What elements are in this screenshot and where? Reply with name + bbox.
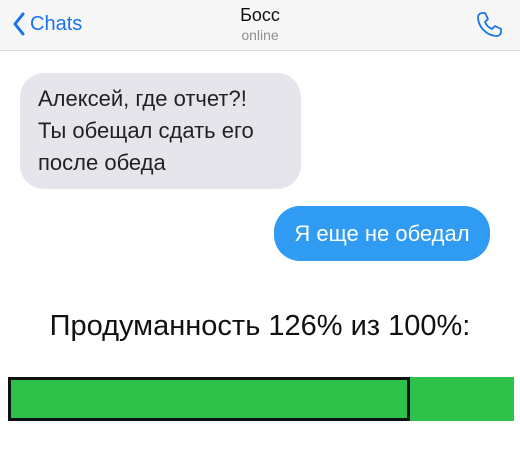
meme-caption: Продуманность 126% из 100%:	[49, 310, 471, 342]
progress-bar	[8, 377, 514, 421]
incoming-message: Алексей, где отчет?! Ты обещал сдать его…	[20, 73, 301, 189]
contact-name: Босс	[240, 5, 280, 25]
message-thread: Алексей, где отчет?! Ты обещал сдать его…	[0, 51, 520, 276]
contact-info: Босс online	[0, 4, 520, 44]
contact-status: online	[241, 27, 279, 43]
progress-max-box	[8, 377, 410, 421]
phone-icon[interactable]	[474, 10, 504, 40]
message-line: Ты обещал сдать его	[38, 118, 254, 143]
message-line: Алексей, где отчет?!	[38, 86, 247, 111]
chat-header: Chats Босс online	[0, 0, 520, 51]
outgoing-message: Я еще не обедал	[274, 206, 490, 261]
message-line: после обеда	[38, 150, 166, 175]
